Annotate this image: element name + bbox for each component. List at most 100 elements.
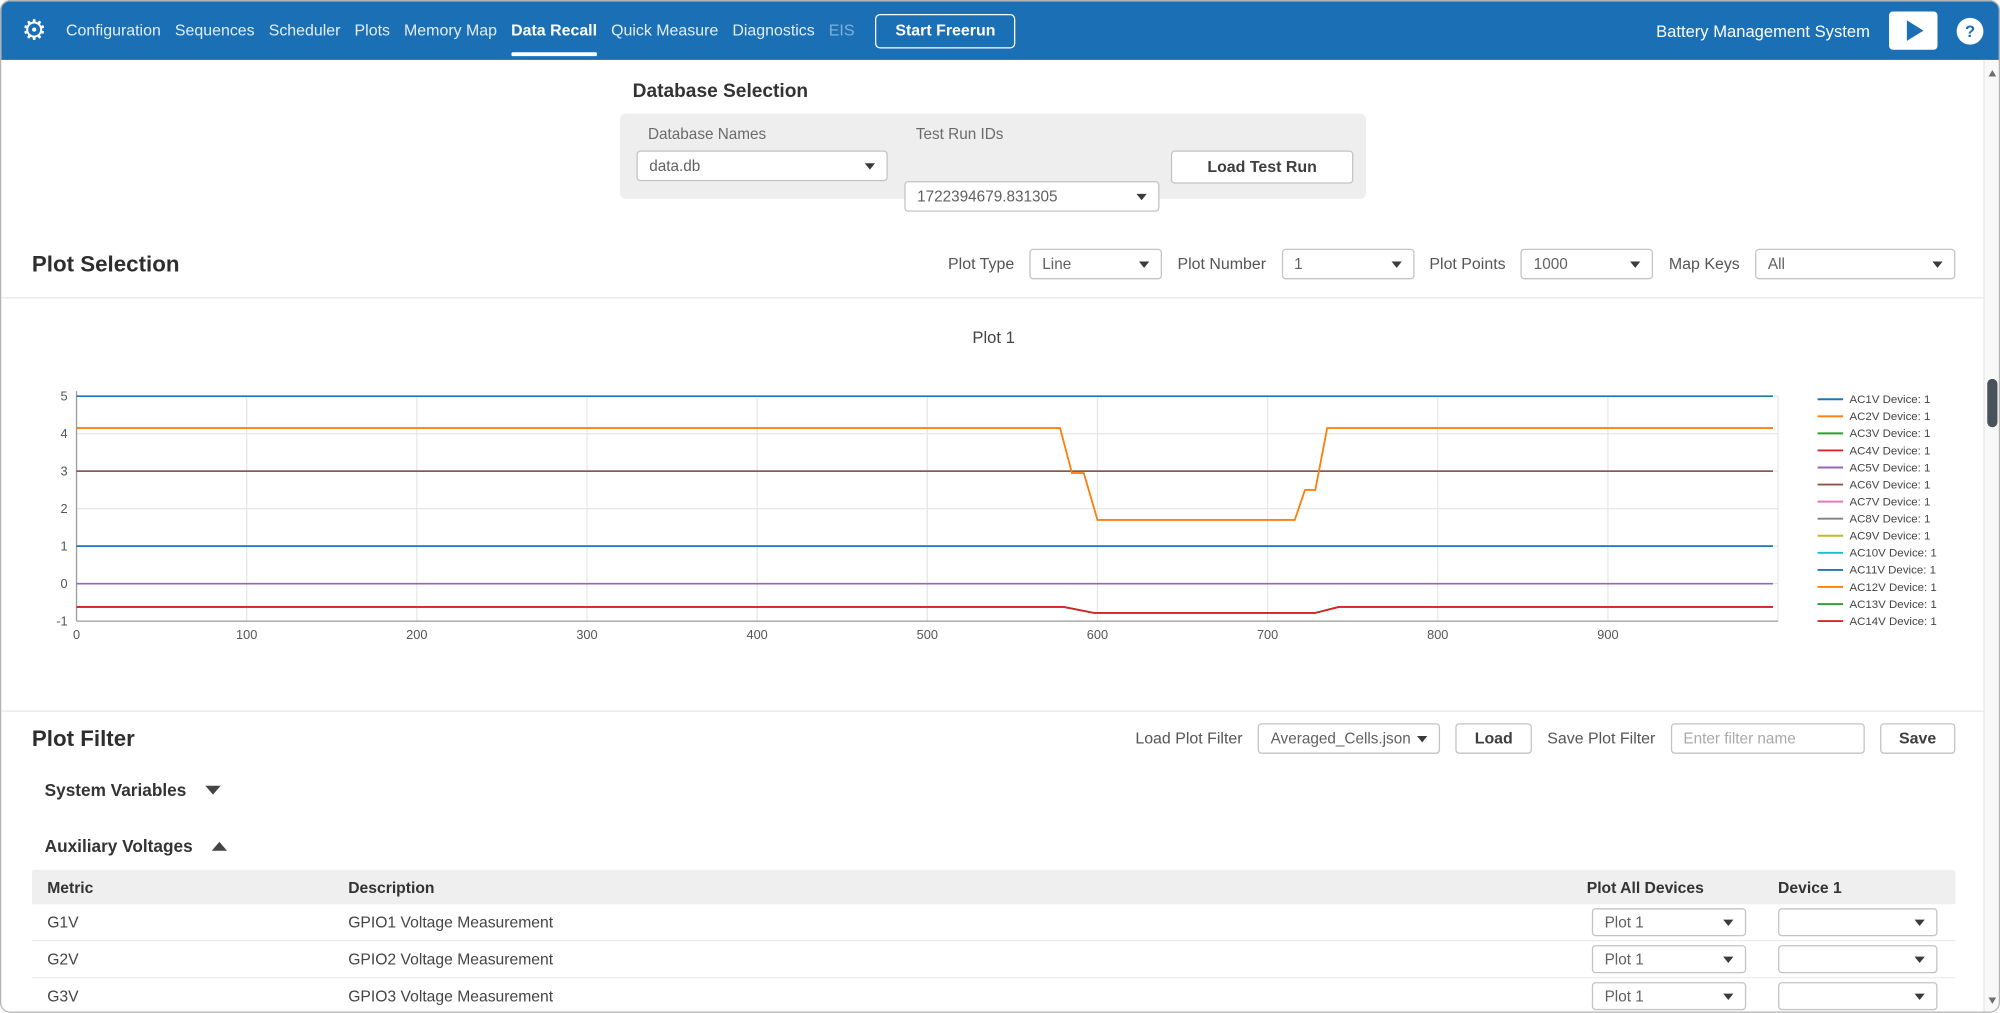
map-keys-label: Map Keys	[1669, 255, 1740, 273]
nav-sequences[interactable]: Sequences	[175, 1, 255, 60]
app-title: Battery Management System	[1656, 21, 1870, 40]
plot-selection-header: Plot Selection Plot Type Line Plot Numbe…	[32, 245, 1955, 283]
nav-scheduler[interactable]: Scheduler	[269, 1, 341, 60]
database-names-value: data.db	[649, 157, 700, 175]
database-names-select[interactable]: data.db	[636, 151, 887, 182]
vertical-scrollbar[interactable]	[1983, 60, 1998, 1013]
description-cell: GPIO3 Voltage Measurement	[333, 987, 1572, 1005]
header-device-1: Device 1	[1763, 878, 1956, 896]
table-row: G2V GPIO2 Voltage Measurement Plot 1	[32, 941, 1955, 978]
nav-eis[interactable]: EIS	[829, 1, 855, 60]
plot-all-devices-cell: Plot 1	[1571, 945, 1762, 973]
load-plot-filter-select[interactable]: Averaged_Cells.json	[1258, 723, 1440, 754]
load-test-run-button[interactable]: Load Test Run	[1171, 151, 1353, 184]
plot-type-select[interactable]: Line	[1030, 249, 1163, 280]
chevron-up-icon	[212, 842, 227, 851]
system-variables-title: System Variables	[45, 781, 187, 800]
svg-text:400: 400	[747, 627, 768, 642]
svg-text:AC6V Device: 1: AC6V Device: 1	[1849, 479, 1930, 491]
header-description: Description	[333, 878, 1572, 896]
main-nav: Configuration Sequences Scheduler Plots …	[66, 1, 855, 60]
metric-cell: G2V	[32, 950, 333, 968]
auxiliary-voltages-table: Metric Description Plot All Devices Devi…	[32, 870, 1955, 1013]
plot-filter-title: Plot Filter	[32, 725, 135, 752]
chevron-down-icon	[1723, 920, 1733, 926]
nav-configuration[interactable]: Configuration	[66, 1, 161, 60]
scrollbar-thumb[interactable]	[1987, 379, 1997, 427]
svg-text:AC10V Device: 1: AC10V Device: 1	[1849, 548, 1936, 560]
chevron-down-icon	[865, 163, 875, 169]
plot-number-value: 1	[1294, 255, 1303, 273]
plot-all-devices-select[interactable]: Plot 1	[1592, 945, 1746, 973]
device-1-select[interactable]	[1778, 982, 1937, 1010]
device-1-cell	[1763, 945, 1956, 973]
svg-text:AC11V Device: 1: AC11V Device: 1	[1849, 565, 1935, 577]
plot-all-devices-cell: Plot 1	[1571, 982, 1762, 1010]
divider	[1, 710, 1986, 711]
plot-all-devices-select[interactable]: Plot 1	[1592, 908, 1746, 936]
svg-text:300: 300	[576, 627, 597, 642]
svg-text:AC1V Device: 1: AC1V Device: 1	[1849, 394, 1930, 406]
save-button[interactable]: Save	[1880, 723, 1956, 754]
test-run-ids-value: 1722394679.831305	[917, 187, 1057, 205]
svg-text:4: 4	[61, 426, 68, 441]
database-selection-title: Database Selection	[633, 80, 1366, 102]
chevron-down-icon	[1932, 261, 1942, 267]
nav-quick-measure[interactable]: Quick Measure	[611, 1, 718, 60]
svg-text:AC13V Device: 1: AC13V Device: 1	[1849, 599, 1936, 611]
plot-points-label: Plot Points	[1429, 255, 1505, 273]
plot-number-select[interactable]: 1	[1281, 249, 1414, 280]
device-1-select[interactable]	[1778, 908, 1937, 936]
plot-filter-header: Plot Filter Load Plot Filter Averaged_Ce…	[32, 719, 1955, 757]
nav-memory-map[interactable]: Memory Map	[404, 1, 497, 60]
test-run-ids-label: Test Run IDs	[916, 125, 1004, 143]
test-run-ids-select[interactable]: 1722394679.831305	[904, 181, 1159, 212]
header-plot-all-devices: Plot All Devices	[1571, 878, 1762, 896]
svg-text:AC8V Device: 1: AC8V Device: 1	[1849, 514, 1930, 526]
header-metric: Metric	[32, 878, 333, 896]
plot-selection-controls: Plot Type Line Plot Number 1 Plot Points…	[948, 249, 1955, 280]
svg-text:-1: -1	[56, 614, 67, 629]
svg-text:AC14V Device: 1: AC14V Device: 1	[1849, 616, 1936, 628]
description-cell: GPIO2 Voltage Measurement	[333, 950, 1572, 968]
svg-text:AC3V Device: 1: AC3V Device: 1	[1849, 428, 1930, 440]
plot-all-devices-cell: Plot 1	[1571, 908, 1762, 936]
nav-diagnostics[interactable]: Diagnostics	[732, 1, 814, 60]
help-icon[interactable]: ?	[1957, 17, 1984, 44]
scroll-up-icon[interactable]	[1989, 70, 1997, 76]
filter-name-input[interactable]	[1671, 723, 1865, 754]
chevron-down-icon	[1723, 957, 1733, 963]
svg-text:AC4V Device: 1: AC4V Device: 1	[1849, 445, 1930, 457]
database-selection-section: Database Selection Database Names Test R…	[620, 80, 1366, 199]
plot-points-select[interactable]: 1000	[1521, 249, 1654, 280]
device-1-cell	[1763, 908, 1956, 936]
chart-title: Plot 1	[1, 328, 1986, 347]
svg-text:100: 100	[236, 627, 257, 642]
load-plot-filter-label: Load Plot Filter	[1135, 730, 1242, 748]
nav-plots[interactable]: Plots	[355, 1, 390, 60]
chevron-down-icon	[1915, 920, 1925, 926]
device-1-select[interactable]	[1778, 945, 1937, 973]
chevron-down-icon	[1915, 994, 1925, 1000]
plot-all-devices-select[interactable]: Plot 1	[1592, 982, 1746, 1010]
play-icon	[1907, 20, 1924, 40]
chevron-down-icon	[1391, 261, 1401, 267]
play-button[interactable]	[1889, 11, 1937, 49]
app-window: ⚙ Configuration Sequences Scheduler Plot…	[0, 0, 2000, 1013]
settings-gear-icon[interactable]: ⚙	[22, 1, 47, 60]
auxiliary-voltages-section-toggle[interactable]: Auxiliary Voltages	[45, 837, 227, 856]
start-freerun-button[interactable]: Start Freerun	[875, 13, 1016, 47]
scroll-down-icon[interactable]	[1989, 997, 1997, 1003]
line-chart-canvas[interactable]: 0100200300400500600700800900-1012345AC1V…	[1, 366, 1986, 659]
database-selection-panel: Database Names Test Run IDs data.db 1722…	[620, 114, 1366, 199]
map-keys-select[interactable]: All	[1755, 249, 1955, 280]
plot-number-label: Plot Number	[1177, 255, 1266, 273]
chevron-down-icon	[1139, 261, 1149, 267]
nav-data-recall[interactable]: Data Recall	[511, 1, 597, 60]
svg-text:500: 500	[917, 627, 938, 642]
system-variables-section-toggle[interactable]: System Variables	[45, 781, 221, 800]
load-button[interactable]: Load	[1456, 723, 1532, 754]
svg-text:200: 200	[406, 627, 427, 642]
svg-text:AC7V Device: 1: AC7V Device: 1	[1849, 496, 1930, 508]
svg-text:AC9V Device: 1: AC9V Device: 1	[1849, 531, 1930, 543]
